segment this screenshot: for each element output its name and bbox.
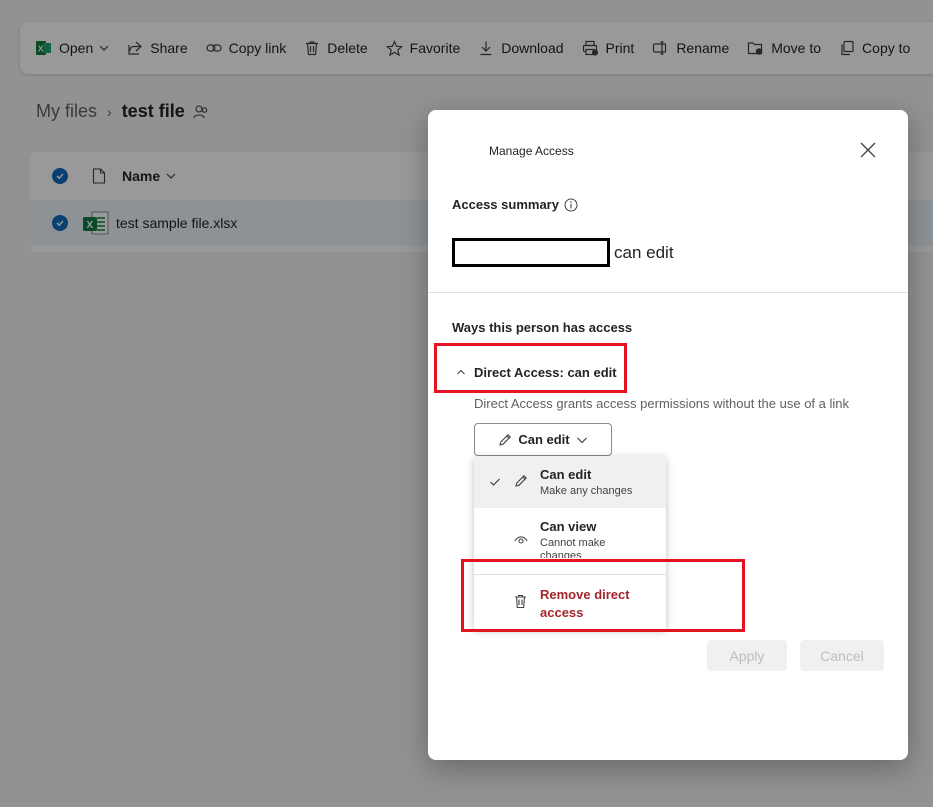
permission-dropdown-label: Can edit — [518, 432, 570, 447]
person-permission: can edit — [614, 243, 674, 262]
permission-dropdown-button[interactable]: Can edit — [474, 423, 612, 456]
checkmark-icon — [490, 478, 500, 486]
panel-title: Manage Access — [489, 144, 574, 158]
eye-icon — [514, 536, 528, 544]
menu-item-can-view-subtitle-line2: changes — [540, 550, 582, 558]
access-summary-label: Access summary — [452, 197, 559, 212]
section-divider — [428, 292, 908, 293]
menu-item-can-view-title: Can view — [540, 519, 597, 534]
info-icon[interactable] — [564, 198, 578, 212]
pencil-icon — [499, 433, 512, 446]
redacted-person-name — [452, 238, 610, 267]
menu-item-can-edit-subtitle: Make any changes — [540, 485, 633, 497]
highlight-box-direct-access — [434, 343, 627, 393]
highlight-box-remove-access — [461, 559, 745, 632]
chevron-down-icon — [576, 437, 587, 443]
direct-access-description: Direct Access grants access permissions … — [474, 396, 849, 411]
close-icon[interactable] — [858, 140, 878, 160]
ways-heading: Ways this person has access — [452, 320, 633, 335]
pencil-icon — [515, 475, 527, 487]
menu-item-can-view-subtitle-line1: Cannot make — [540, 537, 606, 549]
cancel-button[interactable]: Cancel — [800, 640, 884, 671]
access-summary-heading: Access summary — [452, 197, 578, 212]
menu-item-can-edit[interactable]: Can edit Make any changes — [474, 456, 666, 508]
menu-item-can-edit-title: Can edit — [540, 467, 592, 482]
apply-button[interactable]: Apply — [707, 640, 787, 671]
